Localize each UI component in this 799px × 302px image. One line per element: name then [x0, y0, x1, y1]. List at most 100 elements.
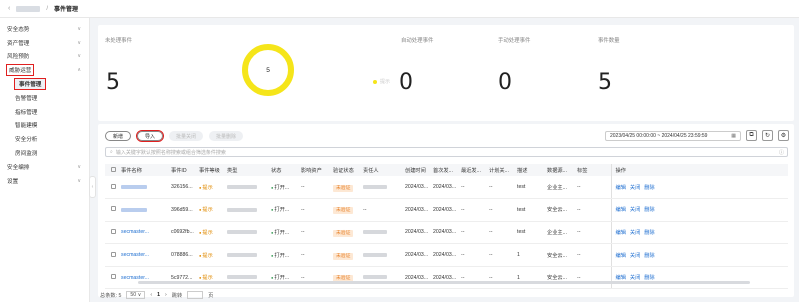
column-header[interactable]: 状态: [269, 164, 299, 176]
recent-time: --: [459, 198, 487, 222]
import-button[interactable]: 导入: [136, 130, 165, 142]
table-row: secmaster... 078886... 提示 打开... -- 未验证 2…: [105, 243, 788, 267]
close-link[interactable]: 关闭: [630, 185, 640, 191]
delete-link[interactable]: 删除: [644, 253, 654, 259]
breadcrumb-parent[interactable]: [16, 5, 41, 12]
description: 1: [515, 243, 545, 267]
edit-link[interactable]: 编辑: [616, 253, 626, 259]
row-checkbox[interactable]: [105, 176, 119, 200]
edit-link[interactable]: 编辑: [616, 185, 626, 191]
breadcrumb-current: 事件管理: [54, 7, 79, 13]
sidebar-item-risk-prevention[interactable]: 风险预防 ∨: [0, 50, 89, 64]
close-link[interactable]: 关闭: [630, 230, 640, 236]
sidebar-item-settings[interactable]: 设置 ∨: [0, 174, 89, 188]
unprocessed-donut: 5: [242, 44, 294, 96]
sidebar-item-threat-operations[interactable]: 威胁运营 ∧: [0, 63, 89, 77]
sidebar-item-incident-management[interactable]: 事件管理: [0, 77, 89, 91]
event-id: 5c9772...: [169, 266, 197, 290]
column-header[interactable]: 描述: [515, 164, 545, 176]
sidebar-item-intelligent-modeling[interactable]: 智能建模: [0, 119, 89, 133]
event-name[interactable]: [119, 176, 169, 200]
stats-panel: 未处理事件 5 5 自动处理事件 提示 0 手动处理事件 0 事件数量 5: [98, 25, 794, 121]
horizontal-scrollbar[interactable]: [138, 281, 750, 284]
sidebar-item-alert-management[interactable]: 告警管理: [0, 91, 89, 105]
recent-time: --: [459, 243, 487, 267]
created-time: 2024/03...: [403, 176, 431, 200]
page-size-select[interactable]: 50 ∨: [126, 291, 146, 299]
event-status: 打开...: [269, 176, 299, 200]
back-icon[interactable]: ‹: [8, 5, 10, 12]
delete-link[interactable]: 删除: [644, 230, 654, 236]
event-name[interactable]: secmaster...: [119, 266, 169, 290]
event-name[interactable]: secmaster...: [119, 221, 169, 245]
owner: [361, 243, 403, 267]
sidebar-item-indicator-management[interactable]: 指标管理: [0, 105, 89, 119]
close-link[interactable]: 关闭: [630, 253, 640, 259]
sidebar-item-security-orchestration[interactable]: 安全编排 ∨: [0, 160, 89, 174]
event-level: 提示: [197, 198, 225, 222]
event-name[interactable]: [119, 198, 169, 222]
sidebar-collapse-handle[interactable]: ‹: [89, 176, 96, 198]
chevron-up-icon: ∧: [77, 67, 81, 74]
jump-page-input[interactable]: [187, 291, 204, 299]
batch-close-button[interactable]: 批量关闭: [169, 131, 204, 141]
column-header[interactable]: 计划关...: [487, 164, 515, 176]
export-button[interactable]: ⧉: [746, 130, 757, 141]
edit-link[interactable]: 编辑: [616, 207, 626, 213]
settings-button[interactable]: ⚙: [778, 130, 789, 141]
sidebar-item-security-analysis[interactable]: 安全分析: [0, 132, 89, 146]
first-time: 2024/03...: [431, 176, 459, 200]
column-header[interactable]: 最近发...: [459, 164, 487, 176]
row-checkbox[interactable]: [105, 243, 119, 267]
help-icon[interactable]: ⓘ: [779, 149, 784, 156]
edit-link[interactable]: 编辑: [616, 230, 626, 236]
breadcrumb-separator: /: [46, 5, 49, 12]
jump-label: 跳转: [171, 292, 183, 299]
chevron-down-icon: ∨: [137, 292, 142, 298]
first-time: 2024/03...: [431, 266, 459, 290]
delete-link[interactable]: 删除: [644, 207, 654, 213]
column-header[interactable]: 标签: [575, 164, 611, 176]
column-header[interactable]: 事件名称: [119, 164, 169, 176]
prev-page-button[interactable]: ‹: [150, 292, 152, 298]
event-name[interactable]: secmaster...: [119, 243, 169, 267]
events-panel: 新增 导入 批量关闭 批量删除 2023/04/25 00:00:00 ~ 20…: [98, 124, 794, 297]
current-page[interactable]: 1: [157, 292, 160, 298]
row-checkbox[interactable]: [105, 266, 119, 290]
column-header[interactable]: 创建时间: [403, 164, 431, 176]
column-header[interactable]: 事件ID: [169, 164, 197, 176]
sidebar-item-security-posture[interactable]: 安全态势 ∨: [0, 22, 89, 36]
toolbar: 新增 导入 批量关闭 批量删除: [105, 130, 244, 142]
sidebar-item-asset-management[interactable]: 资产管理 ∨: [0, 36, 89, 50]
refresh-button[interactable]: ↻: [762, 130, 773, 141]
column-header[interactable]: 首次发...: [431, 164, 459, 176]
row-checkbox[interactable]: [105, 198, 119, 222]
new-button[interactable]: 新增: [105, 131, 132, 141]
row-checkbox[interactable]: [105, 221, 119, 245]
plan-close: --: [487, 266, 515, 290]
event-type: [225, 176, 269, 200]
event-level: 提示: [197, 221, 225, 245]
tag: --: [575, 243, 611, 267]
column-header[interactable]: 类型: [225, 164, 269, 176]
owner: [361, 176, 403, 200]
column-header[interactable]: 验证状态: [331, 164, 361, 176]
search-input[interactable]: ⌕ 输入关键字默认按照名称搜索或组合筛选条件搜索 ⓘ: [105, 147, 788, 157]
owner: [361, 221, 403, 245]
date-range-picker[interactable]: 2023/04/25 00:00:00 ~ 2024/04/25 23:59:5…: [605, 131, 741, 141]
column-header[interactable]: 影响资产: [299, 164, 331, 176]
close-link[interactable]: 关闭: [630, 207, 640, 213]
event-level: 提示: [197, 266, 225, 290]
column-header[interactable]: 责任人: [361, 164, 403, 176]
event-status: 打开...: [269, 198, 299, 222]
select-all-checkbox[interactable]: [105, 164, 119, 176]
delete-link[interactable]: 删除: [644, 185, 654, 191]
recent-time: --: [459, 221, 487, 245]
batch-delete-button[interactable]: 批量删除: [209, 131, 244, 141]
data-source: 安全云...: [545, 243, 575, 267]
column-header[interactable]: 事件等级: [197, 164, 225, 176]
column-header[interactable]: 数据源...: [545, 164, 575, 176]
next-page-button[interactable]: ›: [165, 292, 167, 298]
sidebar-item-room-monitoring[interactable]: 房间监测: [0, 146, 89, 160]
row-actions: 编辑 关闭 删除: [610, 266, 788, 290]
